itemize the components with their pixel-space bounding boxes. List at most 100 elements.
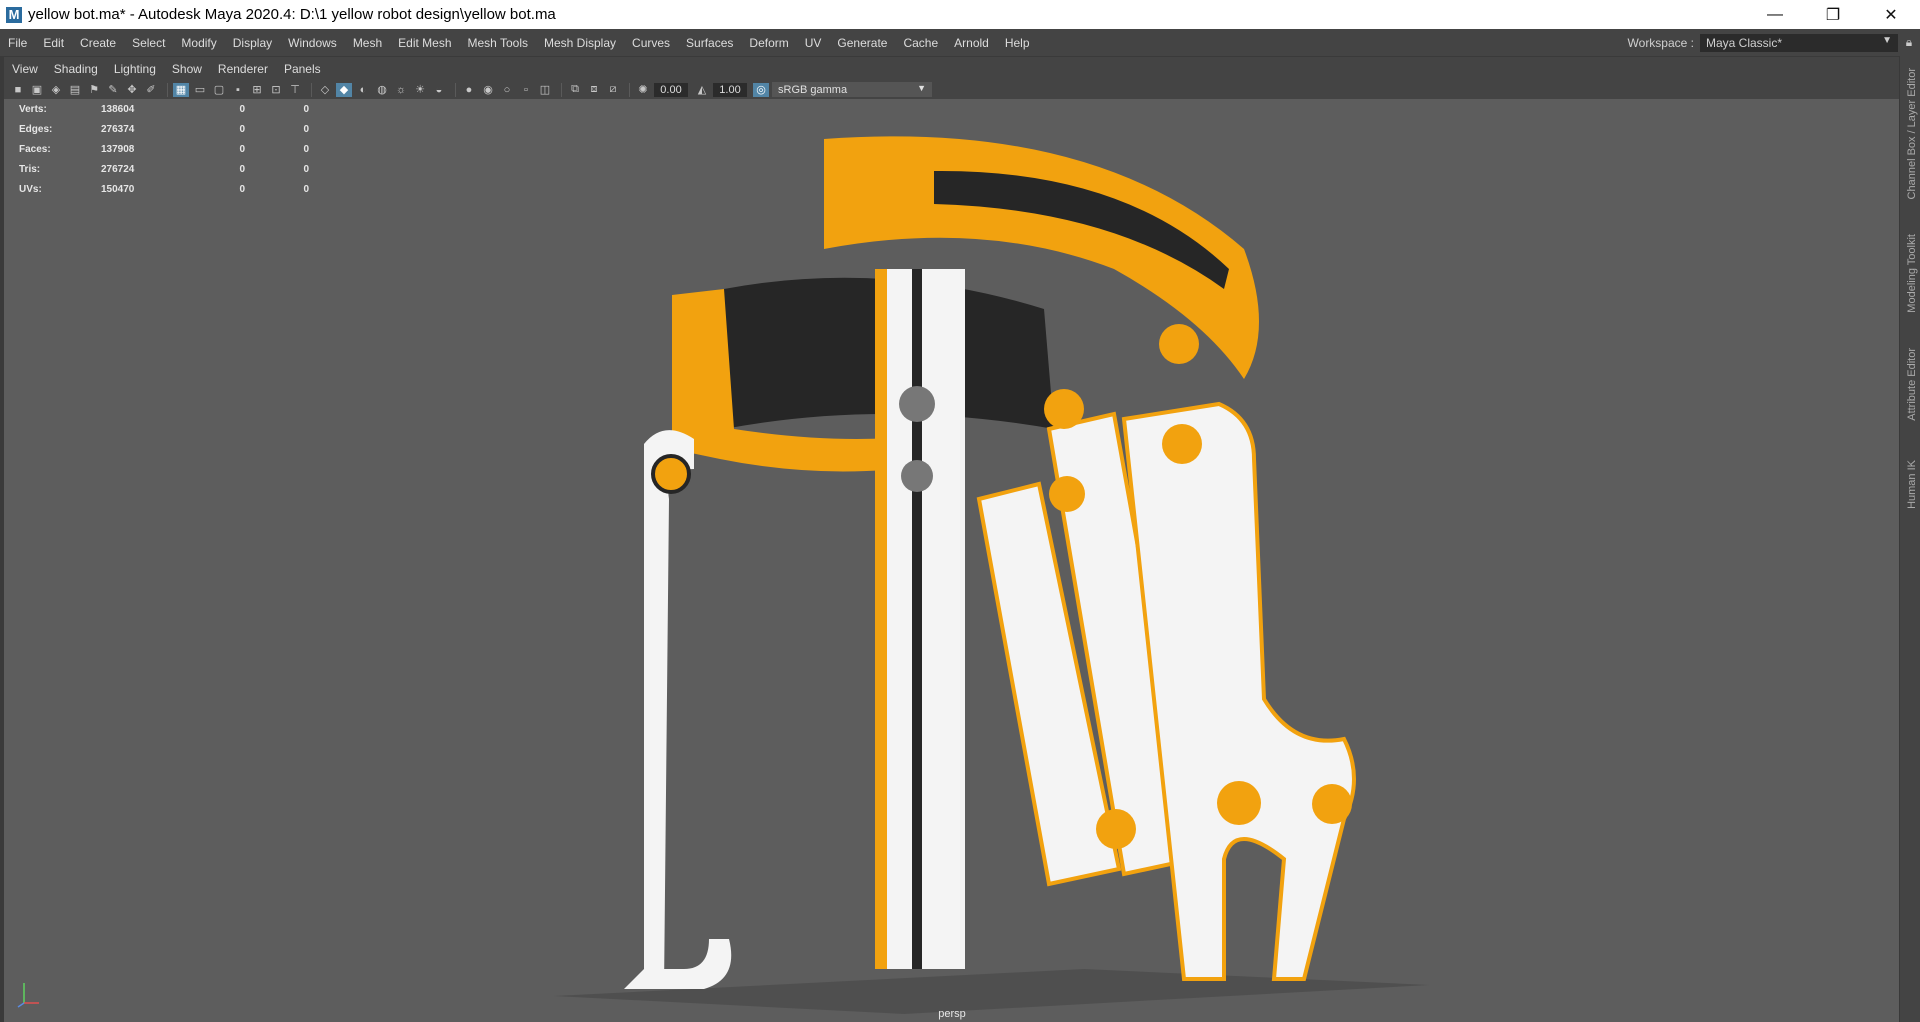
maya-app-icon: M — [6, 6, 22, 23]
safe-title-icon[interactable]: ⊤ — [287, 83, 303, 97]
panel-menu-renderer[interactable]: Renderer — [210, 62, 276, 76]
menu-display[interactable]: Display — [225, 36, 280, 50]
view-axis-icon — [17, 983, 39, 1008]
right-side-tabs: Channel Box / Layer Editor Modeling Tool… — [1899, 56, 1920, 1022]
finger-bolt-icon — [1312, 784, 1352, 824]
workspace-label: Workspace : — [1627, 35, 1694, 50]
toolbar-separator — [629, 82, 630, 97]
pencil-icon[interactable]: ✐ — [143, 83, 159, 97]
2d-pan-zoom-icon[interactable]: ✥ — [124, 83, 140, 97]
restore-button[interactable]: ❐ — [1804, 0, 1862, 29]
wireframe-on-shaded-icon[interactable]: ◐ — [355, 83, 371, 97]
menu-arnold[interactable]: Arnold — [946, 36, 997, 50]
camera-attributes-icon[interactable]: ▣ — [29, 83, 45, 97]
lock-icon[interactable]: 🔒︎ — [1898, 35, 1920, 50]
center-leg-edge — [875, 269, 887, 969]
view-transform-dropdown[interactable]: sRGB gamma ▼ — [772, 82, 932, 97]
shadows-icon[interactable]: ☀ — [412, 83, 428, 97]
menu-cache[interactable]: Cache — [895, 36, 946, 50]
menu-generate[interactable]: Generate — [829, 36, 895, 50]
window-controls: — ❐ ✕ — [1746, 0, 1920, 29]
finger-bolt-icon — [1162, 424, 1202, 464]
xray-icon[interactable]: ◫ — [537, 83, 553, 97]
menu-create[interactable]: Create — [72, 36, 124, 50]
center-leg-slot — [912, 269, 922, 969]
depth-of-field-icon[interactable]: ○ — [499, 83, 515, 97]
menu-edit[interactable]: Edit — [35, 36, 72, 50]
bookmark-icon[interactable]: ◈ — [48, 83, 64, 97]
panel-menu-bar: View Shading Lighting Show Renderer Pane… — [4, 56, 1900, 81]
menu-edit-mesh[interactable]: Edit Mesh — [390, 36, 459, 50]
menu-modify[interactable]: Modify — [173, 36, 224, 50]
menu-deform[interactable]: Deform — [741, 36, 796, 50]
tab-attribute-editor[interactable]: Attribute Editor — [1906, 348, 1918, 421]
gamma-field[interactable]: 1.00 — [713, 82, 747, 97]
menu-help[interactable]: Help — [997, 36, 1038, 50]
menu-curves[interactable]: Curves — [624, 36, 678, 50]
backface-culling-icon[interactable]: ⧄ — [605, 83, 621, 97]
smooth-shade-icon[interactable]: ◆ — [336, 82, 352, 97]
tab-modeling-toolkit[interactable]: Modeling Toolkit — [1906, 234, 1918, 313]
view-transform-value: sRGB gamma — [778, 83, 848, 96]
panel-toolbar: ■ ▣ ◈ ▤ ⚑ ✎ ✥ ✐ ▦ ▭ ▢ ▪ ⊞ ⊡ ⊤ ◇ ◆ ◐ ◍ ☼ … — [4, 80, 1900, 99]
close-button[interactable]: ✕ — [1862, 0, 1920, 29]
finger-bolt-icon — [1217, 781, 1261, 825]
workspace-value: Maya Classic* — [1706, 35, 1783, 50]
panel-menu-panels[interactable]: Panels — [276, 62, 329, 76]
menu-mesh-tools[interactable]: Mesh Tools — [460, 36, 536, 50]
xray-joints-icon[interactable]: ⧉ — [567, 83, 583, 97]
toolbar-separator — [561, 82, 562, 97]
field-chart-icon[interactable]: ⊞ — [249, 83, 265, 97]
toolbar-separator — [311, 82, 312, 97]
color-management-icon[interactable]: ◎ — [753, 82, 769, 97]
robot-claw-model[interactable] — [4, 99, 1900, 1022]
grid-icon[interactable]: ▦ — [173, 82, 189, 97]
flag-icon[interactable]: ⚑ — [86, 83, 102, 97]
window-title: yellow bot.ma* - Autodesk Maya 2020.4: D… — [28, 6, 556, 23]
menu-uv[interactable]: UV — [797, 36, 830, 50]
panel-menu-show[interactable]: Show — [164, 62, 210, 76]
left-pivot-icon — [651, 454, 691, 494]
panel-menu-shading[interactable]: Shading — [46, 62, 106, 76]
tab-human-ik[interactable]: Human IK — [1906, 460, 1918, 509]
multisample-aa-icon[interactable]: ◉ — [480, 83, 496, 97]
wireframe-icon[interactable]: ◇ — [317, 83, 333, 97]
left-hook — [624, 939, 732, 989]
menu-mesh[interactable]: Mesh — [345, 36, 390, 50]
grease-pencil-icon[interactable]: ✎ — [105, 83, 121, 97]
center-bolt-icon — [901, 460, 933, 492]
finger-bolt-icon — [1044, 389, 1084, 429]
toolbar-separator — [455, 82, 456, 97]
xray-active-components-icon[interactable]: ⧈ — [586, 83, 602, 97]
menu-file[interactable]: File — [0, 36, 35, 50]
tab-channel-box-layer-editor[interactable]: Channel Box / Layer Editor — [1906, 68, 1918, 199]
center-bolt-icon — [899, 386, 935, 422]
finger-3 — [1121, 401, 1356, 981]
workspace-dropdown[interactable]: Maya Classic* ▼ — [1700, 33, 1898, 52]
menu-select[interactable]: Select — [124, 36, 173, 50]
safe-action-icon[interactable]: ⊡ — [268, 83, 284, 97]
exposure-icon[interactable]: ✺ — [635, 83, 651, 97]
panel-menu-view[interactable]: View — [4, 62, 46, 76]
motion-blur-icon[interactable]: ● — [461, 83, 477, 97]
menu-mesh-display[interactable]: Mesh Display — [536, 36, 624, 50]
use-all-lights-icon[interactable]: ☼ — [393, 83, 409, 97]
textured-icon[interactable]: ◍ — [374, 83, 390, 97]
isolate-select-icon[interactable]: ▫ — [518, 83, 534, 97]
finger-bolt-icon — [1096, 809, 1136, 849]
menu-surfaces[interactable]: Surfaces — [678, 36, 741, 50]
image-plane-icon[interactable]: ▤ — [67, 83, 83, 97]
menu-windows[interactable]: Windows — [280, 36, 345, 50]
resolution-gate-icon[interactable]: ▢ — [211, 83, 227, 97]
film-gate-icon[interactable]: ▭ — [192, 83, 208, 97]
minimize-button[interactable]: — — [1746, 0, 1804, 29]
screen-space-ao-icon[interactable]: ◒ — [431, 83, 447, 97]
exposure-field[interactable]: 0.00 — [654, 82, 688, 97]
camera-icon[interactable]: ■ — [10, 83, 26, 97]
camera-name-label: persp — [938, 1008, 966, 1020]
panel-menu-lighting[interactable]: Lighting — [106, 62, 164, 76]
toolbar-separator — [167, 82, 168, 97]
gamma-icon[interactable]: ◭ — [694, 83, 710, 97]
gate-mask-icon[interactable]: ▪ — [230, 83, 246, 97]
persp-viewport[interactable]: Verts: 138604 0 0 Edges: 276374 0 0 Face… — [4, 99, 1900, 1022]
